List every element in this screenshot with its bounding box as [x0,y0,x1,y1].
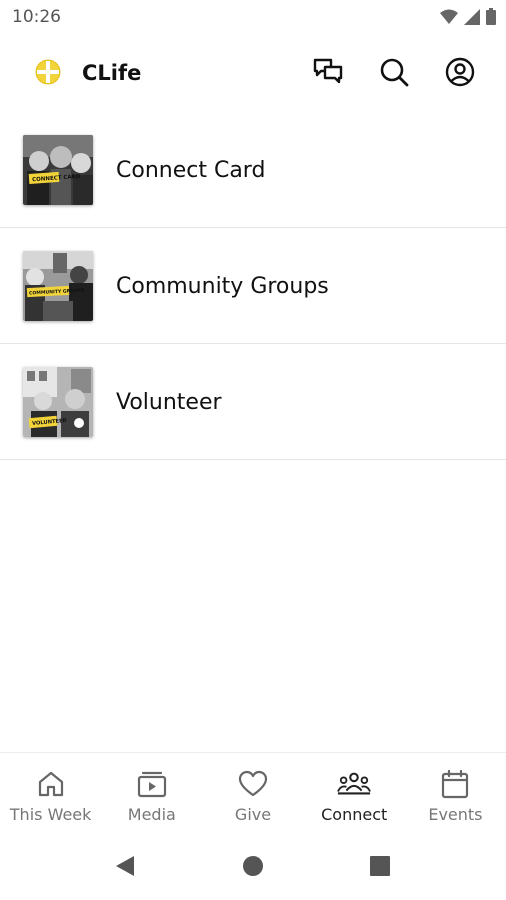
heart-icon [236,767,270,801]
app-title: CLife [82,61,142,85]
profile-button[interactable] [444,56,476,88]
list-item-label: Community Groups [116,274,329,299]
list-item-community-groups[interactable]: COMMUNITY GROUPS Community Groups [0,228,506,344]
community-groups-thumbnail: COMMUNITY GROUPS [23,251,93,321]
nav-label: This Week [9,805,92,824]
wifi-icon [440,9,458,24]
nav-item-media[interactable]: Media [101,753,202,833]
nav-label: Connect [321,805,388,824]
list-item-connect-card[interactable]: CONNECT CARD Connect Card [0,112,506,228]
calendar-icon [438,767,472,801]
nav-item-this-week[interactable]: This Week [0,753,101,833]
status-icons [440,8,496,25]
nav-item-give[interactable]: Give [202,753,303,833]
home-icon [34,767,68,801]
recents-icon[interactable] [369,854,391,878]
home-button-icon[interactable] [242,854,264,878]
search-icon [380,58,409,87]
bottom-nav: This Week Media Give Connect Events [0,752,506,833]
account-icon [445,57,475,87]
volunteer-thumbnail: VOLUNTEER [23,367,93,437]
battery-icon [486,8,496,25]
search-button[interactable] [378,56,410,88]
list-item-volunteer[interactable]: VOLUNTEER Volunteer [0,344,506,460]
back-icon[interactable] [114,854,136,878]
status-bar: 10:26 [0,0,506,36]
status-time: 10:26 [12,7,61,27]
nav-item-events[interactable]: Events [405,753,506,833]
nav-label: Media [127,805,176,824]
app-actions [312,56,476,88]
app-logo-icon [32,56,64,88]
chat-icon [313,58,343,84]
system-nav-bar [0,832,506,900]
connect-list: CONNECT CARD Connect Card COMMUNITY GROU… [0,112,506,460]
app-bar: CLife [0,36,506,112]
nav-label: Events [428,805,483,824]
list-item-label: Volunteer [116,390,222,415]
people-icon [337,767,372,801]
nav-label: Give [234,805,272,824]
signal-icon [464,8,480,25]
connect-card-thumbnail: CONNECT CARD [23,135,93,205]
messages-button[interactable] [312,56,344,88]
nav-item-connect[interactable]: Connect [304,753,405,833]
list-item-label: Connect Card [116,158,266,183]
media-icon [135,767,169,801]
